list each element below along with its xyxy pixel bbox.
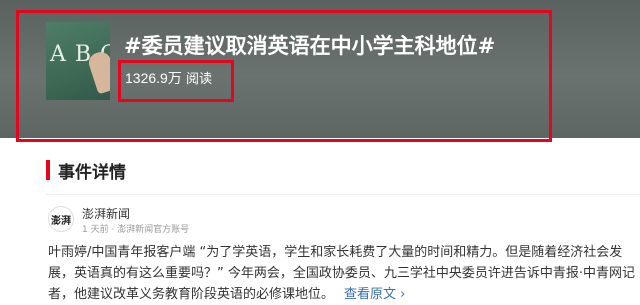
section-accent-bar <box>46 160 50 180</box>
read-original-link[interactable]: 查看原文 › <box>344 287 405 302</box>
source-meta: 1 天前 · 澎湃新闻官方账号 <box>82 225 190 235</box>
source-avatar[interactable]: 澎湃 <box>48 206 74 232</box>
article-body: 叶雨婷/中国青年报客户端 “为了学英语，学生和家长耗费了大量的时间和精力。但是随… <box>48 245 636 302</box>
divider <box>46 194 640 195</box>
source-name[interactable]: 澎湃新闻 <box>82 205 130 222</box>
annotation-box-banner <box>16 10 552 142</box>
annotation-box-read-count <box>118 60 234 102</box>
section-title: 事件详情 <box>58 163 126 183</box>
article-summary: 叶雨婷/中国青年报客户端 “为了学英语，学生和家长耗费了大量的时间和精力。但是随… <box>48 242 640 305</box>
